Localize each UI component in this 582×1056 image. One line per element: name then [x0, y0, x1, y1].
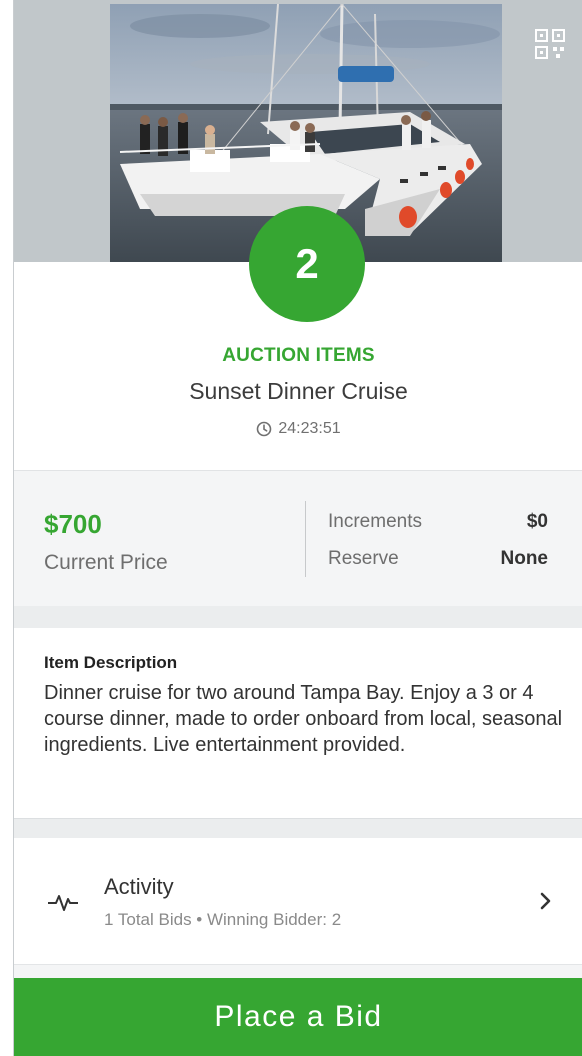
section-divider [14, 964, 582, 978]
pulse-icon [48, 895, 78, 911]
increments-value: $0 [526, 511, 548, 532]
current-price: $700 [44, 509, 102, 539]
activity-row[interactable]: Activity 1 Total Bids • Winning Bidder: … [14, 838, 582, 964]
auction-item-screen: 2 AUCTION ITEMS Sunset Dinner Cruise 24:… [13, 0, 582, 1056]
price-divider [305, 501, 306, 577]
place-bid-button[interactable]: Place a Bid [14, 978, 582, 1056]
time-remaining: 24:23:51 [14, 420, 582, 438]
item-description: Item Description Dinner cruise for two a… [14, 628, 582, 818]
chevron-right-icon [540, 892, 551, 910]
increments-label: Increments [328, 511, 422, 532]
reserve-label: Reserve [328, 548, 399, 569]
timer-text: 24:23:51 [278, 420, 341, 437]
qr-code-icon [535, 29, 565, 59]
section-divider [14, 818, 582, 838]
activity-title: Activity [104, 874, 174, 899]
qr-code-button[interactable] [532, 26, 568, 62]
price-panel: $700 Current Price Increments $0 Reserve… [14, 470, 582, 606]
reserve-value: None [500, 548, 549, 569]
clock-icon [257, 421, 272, 437]
activity-summary: 1 Total Bids • Winning Bidder: 2 [104, 910, 342, 929]
item-info: AUCTION ITEMS Sunset Dinner Cruise 24:23… [14, 262, 582, 470]
description-heading: Item Description [44, 653, 178, 672]
description-body: Dinner cruise for two around Tampa Bay. … [44, 682, 563, 756]
section-divider [14, 606, 582, 628]
current-price-label: Current Price [44, 551, 168, 574]
item-category: AUCTION ITEMS [222, 345, 375, 366]
item-title: Sunset Dinner Cruise [189, 378, 408, 404]
